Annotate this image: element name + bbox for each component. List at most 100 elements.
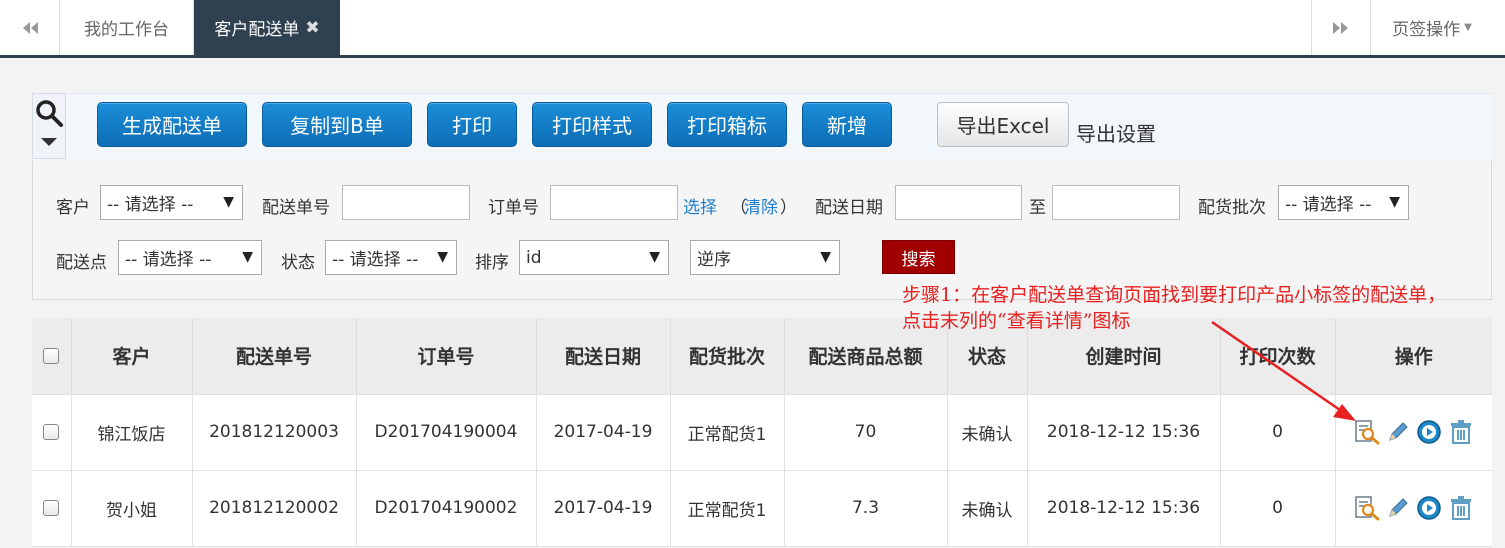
delivery-no-cell: 201812120002 [192, 470, 357, 547]
sort-order-select[interactable]: 逆序 ▼ [690, 240, 840, 275]
row-select-cell [32, 394, 72, 471]
batch-label: 配货批次 [1198, 198, 1266, 218]
chevron-down-icon: ▼ [649, 249, 660, 265]
tab-workbench[interactable]: 我的工作台 [60, 0, 194, 55]
batch-select[interactable]: -- 请选择 -- ▼ [1278, 185, 1409, 220]
actions-cell [1335, 394, 1492, 471]
sort-field-value: id [526, 247, 542, 268]
total-cell: 7.3 [784, 470, 948, 547]
trash-icon[interactable] [1448, 419, 1474, 445]
row-checkbox[interactable] [43, 424, 60, 440]
row-checkbox[interactable] [43, 500, 60, 516]
customer-label: 客户 [56, 198, 90, 218]
select-all-cell [32, 318, 72, 395]
export-settings-link[interactable]: 导出设置 [1076, 118, 1156, 147]
delivery-no-input[interactable] [342, 185, 470, 220]
row-select-cell [32, 470, 72, 547]
trash-icon[interactable] [1448, 495, 1474, 521]
date-from-input[interactable] [895, 185, 1022, 220]
add-button[interactable]: 新增 [802, 102, 892, 147]
sort-label: 排序 [475, 253, 509, 273]
double-chevron-right-icon [1333, 21, 1348, 34]
status-cell: 未确认 [947, 470, 1028, 547]
date-cell: 2017-04-19 [536, 394, 671, 471]
print-count-cell: 0 [1220, 470, 1336, 547]
chevron-down-icon: ▼ [223, 194, 234, 210]
export-excel-button[interactable]: 导出Excel [937, 102, 1069, 147]
delivery-no-label: 配送单号 [262, 198, 330, 218]
filter-panel [32, 161, 1492, 300]
table-row[interactable]: 锦江饭店 201812120003 D201704190004 2017-04-… [32, 394, 1492, 471]
customer-select[interactable]: -- 请选择 -- ▼ [100, 185, 243, 220]
print-count-cell: 0 [1220, 394, 1336, 471]
delivery-point-label: 配送点 [56, 253, 107, 273]
close-icon[interactable]: ✖ [305, 18, 319, 38]
caret-down-icon: ▼ [1464, 22, 1472, 33]
print-style-button[interactable]: 打印样式 [532, 102, 652, 147]
triangle-down-icon [41, 138, 57, 146]
status-select-value: -- 请选择 -- [332, 250, 419, 270]
clear-order-link[interactable]: 清除 [744, 193, 778, 218]
copy-to-b-button[interactable]: 复制到B单 [262, 102, 412, 147]
tab-operations-label: 页签操作 [1392, 20, 1461, 40]
search-button[interactable]: 搜索 [882, 240, 955, 274]
view-details-icon[interactable] [1354, 495, 1380, 521]
print-box-label-button[interactable]: 打印箱标 [667, 102, 787, 147]
table-row[interactable]: 贺小姐 201812120002 D201704190002 2017-04-1… [32, 470, 1492, 547]
search-icon [36, 100, 63, 127]
tab-operations-dropdown[interactable]: 页签操作 ▼ [1371, 0, 1493, 55]
paren-close: ） [780, 198, 797, 218]
select-all-checkbox[interactable] [43, 348, 60, 365]
status-cell: 未确认 [947, 394, 1028, 471]
chevron-down-icon: ▼ [820, 249, 831, 265]
tab-customer-delivery[interactable]: 客户配送单 ✖ [194, 0, 340, 55]
order-no-cell: D201704190004 [356, 394, 537, 471]
status-label: 状态 [281, 253, 315, 273]
date-to-label: 至 [1029, 198, 1046, 218]
play-circle-icon[interactable] [1416, 495, 1442, 521]
annotation-line-2: 点击末列的“查看详情”图标 [902, 310, 1131, 332]
customer-select-value: -- 请选择 -- [107, 195, 194, 215]
play-circle-icon[interactable] [1416, 419, 1442, 445]
column-header[interactable]: 配送日期 [536, 318, 671, 395]
actions-cell [1335, 470, 1492, 547]
view-details-icon[interactable] [1354, 419, 1380, 445]
delivery-point-select-value: -- 请选择 -- [125, 250, 212, 270]
tab-scroll-left-button[interactable] [0, 0, 60, 55]
sort-order-value: 逆序 [697, 250, 731, 270]
created-cell: 2018-12-12 15:36 [1027, 394, 1221, 471]
generate-delivery-button[interactable]: 生成配送单 [97, 102, 247, 147]
batch-cell: 正常配货1 [670, 470, 785, 547]
select-order-link[interactable]: 选择 [683, 193, 717, 218]
edit-pencil-icon[interactable] [1386, 420, 1410, 444]
column-header[interactable]: 客户 [71, 318, 193, 395]
date-cell: 2017-04-19 [536, 470, 671, 547]
chevron-down-icon: ▼ [242, 249, 253, 265]
chevron-down-icon: ▼ [437, 249, 448, 265]
total-cell: 70 [784, 394, 948, 471]
order-no-label: 订单号 [488, 198, 539, 218]
batch-select-value: -- 请选择 -- [1285, 195, 1372, 215]
sort-field-select[interactable]: id ▼ [519, 240, 669, 275]
column-header[interactable]: 订单号 [356, 318, 537, 395]
edit-pencil-icon[interactable] [1386, 496, 1410, 520]
delivery-point-select[interactable]: -- 请选择 -- ▼ [118, 240, 262, 275]
customer-cell: 锦江饭店 [71, 394, 193, 471]
chevron-down-icon: ▼ [1389, 194, 1400, 210]
tab-label: 我的工作台 [84, 20, 169, 40]
created-cell: 2018-12-12 15:36 [1027, 470, 1221, 547]
column-header[interactable]: 配货批次 [670, 318, 785, 395]
column-header[interactable]: 配送单号 [192, 318, 357, 395]
tab-scroll-right-button[interactable] [1311, 0, 1371, 55]
date-to-input[interactable] [1052, 185, 1180, 220]
delivery-date-label: 配送日期 [815, 198, 883, 218]
tab-label: 客户配送单 [214, 20, 300, 40]
delivery-table: 客户 配送单号 订单号 配送日期 配货批次 配送商品总额 状态 创建时间 打印次… [32, 318, 1492, 547]
tab-bar: 我的工作台 客户配送单 ✖ 页签操作 ▼ [0, 0, 1505, 58]
status-select[interactable]: -- 请选择 -- ▼ [325, 240, 457, 275]
print-button[interactable]: 打印 [427, 102, 517, 147]
double-chevron-left-icon [22, 21, 38, 34]
search-toggle-button[interactable] [32, 93, 66, 159]
order-no-input[interactable] [550, 185, 678, 220]
customer-cell: 贺小姐 [71, 470, 193, 547]
